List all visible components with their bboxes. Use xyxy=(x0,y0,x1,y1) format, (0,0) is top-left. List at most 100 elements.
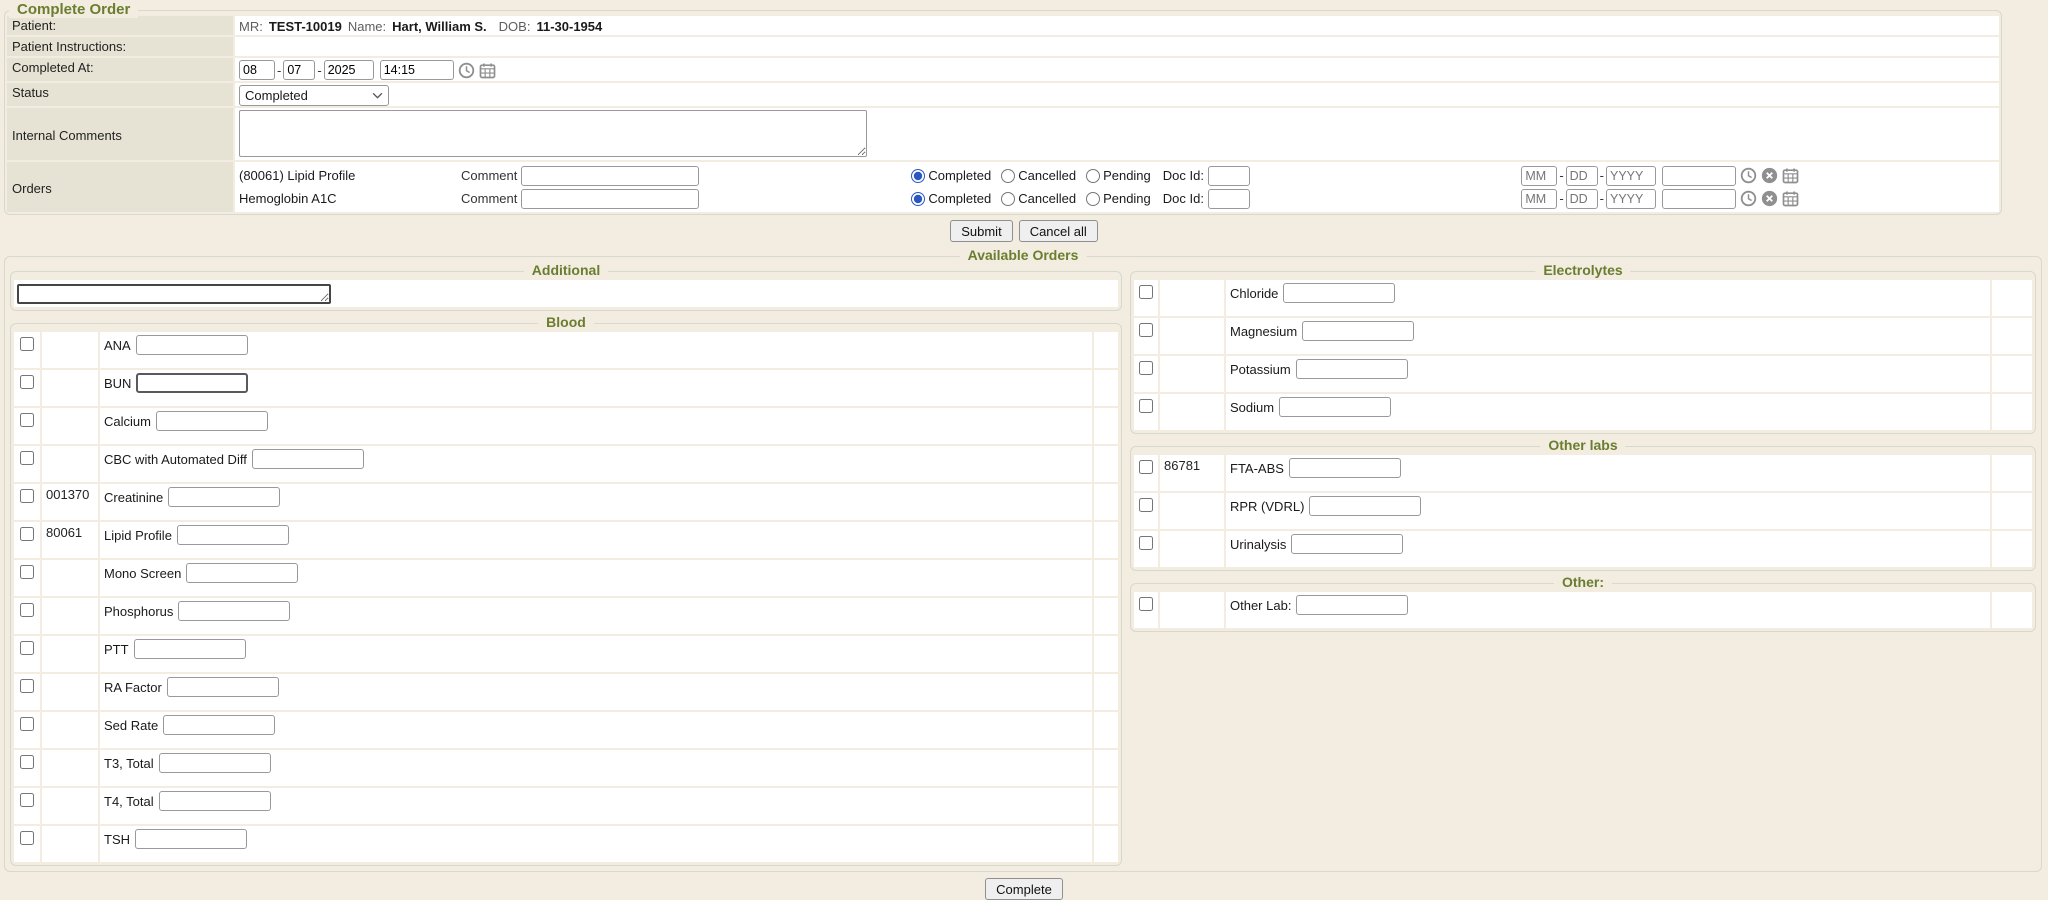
lab-value-input[interactable] xyxy=(136,335,248,355)
status-pending-label[interactable]: Pending xyxy=(1103,191,1151,206)
internal-comments-cell xyxy=(235,108,1999,160)
status-completed-label[interactable]: Completed xyxy=(928,191,991,206)
doc-id-input[interactable] xyxy=(1208,189,1250,209)
lab-value-input[interactable] xyxy=(252,449,364,469)
clear-date-icon[interactable] xyxy=(1761,167,1778,184)
lab-row-phosphorus: Phosphorus xyxy=(14,598,1118,634)
lab-row-end-cell xyxy=(1094,750,1118,786)
status-cancelled-radio[interactable] xyxy=(1001,169,1015,183)
patient-value: MR: TEST-10019 Name: Hart, William S. DO… xyxy=(235,16,1999,35)
lab-value-input[interactable] xyxy=(163,715,275,735)
doc-id-input[interactable] xyxy=(1208,166,1250,186)
lab-value-input[interactable] xyxy=(177,525,289,545)
lab-value-input[interactable] xyxy=(1283,283,1395,303)
status-completed-radio[interactable] xyxy=(911,169,925,183)
lab-value-input[interactable] xyxy=(1309,496,1421,516)
lab-value-input[interactable] xyxy=(168,487,280,507)
status-select[interactable]: Completed xyxy=(239,85,389,106)
lab-checkbox[interactable] xyxy=(1139,361,1153,375)
lab-checkbox[interactable] xyxy=(20,451,34,465)
lab-checkbox[interactable] xyxy=(20,717,34,731)
status-cancelled-label[interactable]: Cancelled xyxy=(1018,168,1076,183)
lab-code xyxy=(1160,592,1224,628)
lab-row-end-cell xyxy=(1094,560,1118,596)
lab-value-input[interactable] xyxy=(159,791,271,811)
lab-checkbox[interactable] xyxy=(20,679,34,693)
lab-checkbox[interactable] xyxy=(20,527,34,541)
internal-comments-textarea[interactable] xyxy=(239,110,867,157)
clear-date-icon[interactable] xyxy=(1761,190,1778,207)
lab-checkbox[interactable] xyxy=(1139,285,1153,299)
completed-time-input[interactable] xyxy=(380,60,454,80)
lab-code xyxy=(42,408,98,444)
lab-value-input[interactable] xyxy=(134,639,246,659)
lab-checkbox[interactable] xyxy=(1139,460,1153,474)
lab-value-input[interactable] xyxy=(1291,534,1403,554)
lab-value-input[interactable] xyxy=(1302,321,1414,341)
lab-checkbox[interactable] xyxy=(20,641,34,655)
order-month-input[interactable] xyxy=(1521,189,1557,209)
lab-value-input[interactable] xyxy=(178,601,290,621)
lab-checkbox[interactable] xyxy=(1139,536,1153,550)
clock-icon[interactable] xyxy=(458,62,475,79)
calendar-icon[interactable] xyxy=(479,62,496,79)
calendar-icon[interactable] xyxy=(1782,190,1799,207)
clock-icon[interactable] xyxy=(1740,190,1757,207)
lab-checkbox[interactable] xyxy=(1139,597,1153,611)
lab-checkbox[interactable] xyxy=(1139,399,1153,413)
available-orders-right-column: Electrolytes Chloride Magnesium xyxy=(1130,267,2036,632)
lab-value-input[interactable] xyxy=(136,373,248,393)
calendar-icon[interactable] xyxy=(1782,167,1799,184)
status-cancelled-radio[interactable] xyxy=(1001,192,1015,206)
order-year-input[interactable] xyxy=(1606,166,1656,186)
order-day-input[interactable] xyxy=(1566,166,1598,186)
lab-checkbox[interactable] xyxy=(20,603,34,617)
lab-checkbox[interactable] xyxy=(20,755,34,769)
lab-checkbox[interactable] xyxy=(20,565,34,579)
lab-value-input[interactable] xyxy=(1296,359,1408,379)
completed-year-input[interactable] xyxy=(324,60,374,80)
lab-value-input[interactable] xyxy=(156,411,268,431)
status-pending-radio[interactable] xyxy=(1086,169,1100,183)
lab-checkbox[interactable] xyxy=(20,413,34,427)
status-completed-label[interactable]: Completed xyxy=(928,168,991,183)
lab-checkbox[interactable] xyxy=(20,793,34,807)
clock-icon[interactable] xyxy=(1740,167,1757,184)
status-cancelled-label[interactable]: Cancelled xyxy=(1018,191,1076,206)
order-time-input[interactable] xyxy=(1662,166,1736,186)
lab-row-ra-factor: RA Factor xyxy=(14,674,1118,710)
lab-value-input[interactable] xyxy=(186,563,298,583)
status-completed-radio[interactable] xyxy=(911,192,925,206)
lab-checkbox[interactable] xyxy=(1139,498,1153,512)
status-selected-option: Completed xyxy=(245,88,308,103)
status-pending-label[interactable]: Pending xyxy=(1103,168,1151,183)
lab-value-input[interactable] xyxy=(1296,595,1408,615)
order-day-input[interactable] xyxy=(1566,189,1598,209)
lab-value-input[interactable] xyxy=(135,829,247,849)
completed-day-input[interactable] xyxy=(283,60,315,80)
submit-button[interactable]: Submit xyxy=(950,220,1012,242)
lab-row-end-cell xyxy=(1094,522,1118,558)
order-year-input[interactable] xyxy=(1606,189,1656,209)
lab-checkbox[interactable] xyxy=(20,489,34,503)
lab-value-input[interactable] xyxy=(167,677,279,697)
lab-checkbox[interactable] xyxy=(1139,323,1153,337)
status-pending-radio[interactable] xyxy=(1086,192,1100,206)
complete-button[interactable]: Complete xyxy=(985,878,1063,900)
lab-value-input[interactable] xyxy=(1279,397,1391,417)
order-month-input[interactable] xyxy=(1521,166,1557,186)
order-time-input[interactable] xyxy=(1662,189,1736,209)
lab-checkbox[interactable] xyxy=(20,375,34,389)
cancel-all-button[interactable]: Cancel all xyxy=(1019,220,1098,242)
completed-month-input[interactable] xyxy=(239,60,275,80)
lab-row-end-cell xyxy=(1094,446,1118,482)
lab-value-input[interactable] xyxy=(1289,458,1401,478)
order-comment-input[interactable] xyxy=(521,166,699,186)
status-value-cell: Completed xyxy=(235,83,1999,106)
lab-checkbox[interactable] xyxy=(20,831,34,845)
lab-checkbox[interactable] xyxy=(20,337,34,351)
order-comment-input[interactable] xyxy=(521,189,699,209)
lab-label: RPR (VDRL) xyxy=(1230,499,1304,514)
additional-search-input[interactable] xyxy=(17,284,331,304)
lab-value-input[interactable] xyxy=(159,753,271,773)
